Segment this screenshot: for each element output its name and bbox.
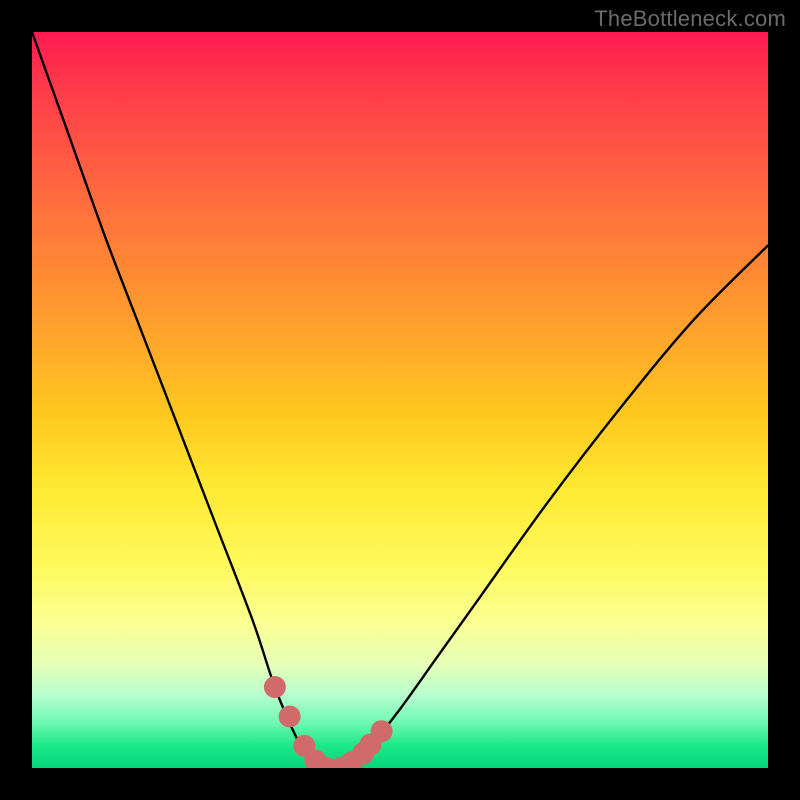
curve-line [32,32,768,768]
highlight-markers [264,676,393,768]
highlight-dot [279,705,301,727]
watermark-text: TheBottleneck.com [594,6,786,32]
bottleneck-chart [32,32,768,768]
chart-frame: TheBottleneck.com [0,0,800,800]
highlight-dot [264,676,286,698]
highlight-dot [371,720,393,742]
chart-plot-area [32,32,768,768]
